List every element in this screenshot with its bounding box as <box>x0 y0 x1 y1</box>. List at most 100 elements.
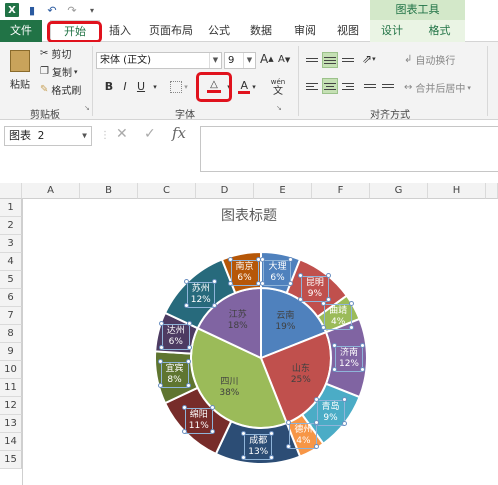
cancel-icon[interactable]: ✕ <box>116 126 128 142</box>
bold-button[interactable]: B <box>102 78 116 95</box>
selection-handle[interactable] <box>211 278 217 284</box>
outer-slice-label[interactable]: 昆明 9% <box>300 276 329 303</box>
shrink-font-button[interactable]: A ▼ <box>278 54 290 65</box>
tab-data[interactable]: 数据 <box>246 20 276 42</box>
selection-handle[interactable] <box>186 321 192 327</box>
selection-handle[interactable] <box>181 405 187 411</box>
outer-slice-label[interactable]: 曲靖 4% <box>324 303 353 330</box>
clipboard-dialog-launcher-icon[interactable]: ↘ <box>84 104 90 112</box>
tab-review[interactable]: 审阅 <box>290 20 320 42</box>
outer-slice-label[interactable]: 苏州 12% <box>186 281 215 308</box>
row-header[interactable]: 5 <box>0 271 22 289</box>
wrap-text-button[interactable]: ↲ 自动换行 <box>404 52 455 67</box>
column-header[interactable]: A <box>22 183 80 199</box>
save-icon[interactable]: ▮ <box>24 2 40 18</box>
row-header[interactable]: 4 <box>0 253 22 271</box>
align-center-icon[interactable] <box>322 78 338 94</box>
column-header[interactable]: E <box>254 183 312 199</box>
formula-input[interactable] <box>200 126 498 172</box>
selection-handle[interactable] <box>313 396 319 402</box>
row-header[interactable]: 14 <box>0 433 22 451</box>
selection-handle[interactable] <box>158 321 164 327</box>
increase-indent-icon[interactable] <box>380 78 396 94</box>
insert-function-icon[interactable]: fx <box>172 124 186 142</box>
format-painter-button[interactable]: ✎ 格式刷 <box>40 82 81 97</box>
selection-handle[interactable] <box>211 302 217 308</box>
outer-slice-label[interactable]: 济南 12% <box>335 346 363 372</box>
row-header[interactable]: 10 <box>0 361 22 379</box>
row-header[interactable]: 15 <box>0 451 22 469</box>
selection-handle[interactable] <box>183 278 189 284</box>
outer-slice-label[interactable]: 宜宾 8% <box>160 362 189 389</box>
selection-handle[interactable] <box>209 405 215 411</box>
selection-handle[interactable] <box>255 256 261 262</box>
inner-slice-label[interactable]: 山东 25% <box>286 363 316 387</box>
outer-slice-label[interactable]: 大理 6% <box>263 259 292 286</box>
tab-insert[interactable]: 插入 <box>102 20 138 42</box>
align-top-icon[interactable] <box>304 52 320 68</box>
selection-handle[interactable] <box>332 367 337 372</box>
selection-handle[interactable] <box>349 300 355 306</box>
tab-design[interactable]: 设计 <box>370 20 414 42</box>
selection-handle[interactable] <box>158 345 164 351</box>
selection-handle[interactable] <box>360 343 365 348</box>
selection-handle[interactable] <box>209 429 215 435</box>
outer-slice-label[interactable]: 青岛 9% <box>316 399 345 426</box>
selection-handle[interactable] <box>349 324 355 330</box>
border-button[interactable]: ▾ <box>168 78 190 95</box>
column-header[interactable]: D <box>196 183 254 199</box>
column-header[interactable]: H <box>428 183 486 199</box>
paste-button[interactable]: 粘贴 <box>6 46 34 100</box>
row-header[interactable]: 9 <box>0 343 22 361</box>
tab-file[interactable]: 文件 <box>0 20 42 42</box>
orientation-button[interactable]: ⇗ ▾ <box>362 52 376 66</box>
selection-handle[interactable] <box>341 396 347 402</box>
row-header[interactable]: 8 <box>0 325 22 343</box>
align-left-icon[interactable] <box>304 78 320 94</box>
selection-handle[interactable] <box>321 324 327 330</box>
selection-handle[interactable] <box>183 302 189 308</box>
selection-handle[interactable] <box>360 367 365 372</box>
row-header[interactable]: 13 <box>0 415 22 433</box>
font-dialog-launcher-icon[interactable]: ↘ <box>276 104 282 112</box>
selection-handle[interactable] <box>181 429 187 435</box>
redo-icon[interactable]: ↷ <box>64 2 80 18</box>
inner-slice-label[interactable]: 江苏 18% <box>223 309 253 333</box>
font-color-button[interactable]: A ▾ <box>236 78 258 95</box>
phonetic-button[interactable]: wén 文 <box>264 78 292 97</box>
selection-handle[interactable] <box>227 256 233 262</box>
select-all-corner[interactable] <box>0 183 22 199</box>
align-bottom-icon[interactable] <box>340 52 356 68</box>
outer-slice-label[interactable]: 成都 13% <box>244 433 273 460</box>
name-box[interactable]: 图表 2 ▼ <box>4 126 92 146</box>
italic-button[interactable]: I <box>118 78 132 95</box>
selection-handle[interactable] <box>186 345 192 351</box>
merge-center-button[interactable]: ↔ 合并后居中 ▾ <box>404 80 471 95</box>
row-header[interactable]: 12 <box>0 397 22 415</box>
selection-handle[interactable] <box>332 343 337 348</box>
decrease-indent-icon[interactable] <box>362 78 378 94</box>
selection-handle[interactable] <box>321 300 327 306</box>
outer-slice-label[interactable]: 德州 4% <box>289 423 318 450</box>
chart-title[interactable]: 图表标题 <box>0 205 498 225</box>
selection-handle[interactable] <box>341 420 347 426</box>
column-header[interactable]: B <box>80 183 138 199</box>
selection-handle[interactable] <box>227 280 233 286</box>
outer-slice-label[interactable]: 南京 6% <box>230 259 259 286</box>
font-size-combo[interactable]: 9 ▼ <box>224 52 256 69</box>
outer-slice-label[interactable]: 绵阳 11% <box>184 408 213 435</box>
enter-icon[interactable]: ✓ <box>144 126 156 142</box>
underline-dropdown-icon[interactable]: ▾ <box>150 78 160 95</box>
tab-formulas[interactable]: 公式 <box>204 20 234 42</box>
selection-handle[interactable] <box>255 280 261 286</box>
customize-qat-icon[interactable]: ▾ <box>84 2 100 18</box>
row-header[interactable]: 7 <box>0 307 22 325</box>
row-header[interactable]: 3 <box>0 235 22 253</box>
undo-icon[interactable]: ↶ <box>44 2 60 18</box>
copy-button[interactable]: ❐ 复制 ▾ <box>40 64 77 79</box>
column-header[interactable]: F <box>312 183 370 199</box>
align-right-icon[interactable] <box>340 78 356 94</box>
row-header[interactable]: 6 <box>0 289 22 307</box>
row-header[interactable]: 11 <box>0 379 22 397</box>
font-name-combo[interactable]: 宋体 (正文) ▼ <box>96 52 222 69</box>
